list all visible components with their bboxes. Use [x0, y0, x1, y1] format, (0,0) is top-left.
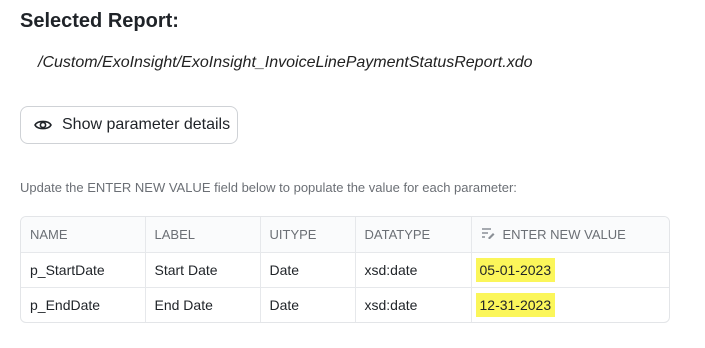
param-name-cell: p_StartDate	[21, 252, 146, 288]
column-header-uitype: UITYPE	[260, 217, 356, 253]
param-label-cell: Start Date	[145, 252, 261, 288]
column-header-enter-new-value: ENTER NEW VALUE	[471, 217, 669, 253]
column-header-label: LABEL	[145, 217, 261, 253]
column-header-datatype: DATATYPE	[355, 217, 472, 253]
section-title: Selected Report:	[20, 10, 179, 32]
param-uitype-cell: Date	[260, 287, 356, 322]
eye-icon	[34, 118, 52, 132]
param-uitype-cell: Date	[260, 252, 356, 288]
param-label-cell: End Date	[145, 287, 261, 322]
table-row: p_StartDate Start Date Date xsd:date 05-…	[21, 252, 669, 288]
column-header-name: NAME	[21, 217, 146, 253]
show-parameter-details-label: Show parameter details	[62, 116, 231, 133]
parameters-table: NAME LABEL UITYPE DATATYPE ENTER NEW VAL…	[20, 216, 670, 323]
table-row: p_EndDate End Date Date xsd:date 12-31-2…	[21, 287, 669, 323]
edit-lines-icon	[481, 227, 495, 242]
start-date-value-field[interactable]: 05-01-2023	[475, 258, 556, 282]
table-header-row: NAME LABEL UITYPE DATATYPE ENTER NEW VAL…	[21, 217, 669, 253]
enter-new-value-label: ENTER NEW VALUE	[502, 227, 626, 242]
instruction-text: Update the ENTER NEW VALUE field below t…	[20, 180, 517, 195]
value-cell: 05-01-2023	[471, 252, 669, 288]
report-path: /Custom/ExoInsight/ExoInsight_InvoiceLin…	[38, 54, 533, 71]
value-cell: 12-31-2023	[471, 288, 669, 323]
show-parameter-details-button[interactable]: Show parameter details	[20, 106, 238, 144]
param-name-cell: p_EndDate	[21, 287, 146, 322]
param-datatype-cell: xsd:date	[355, 287, 472, 322]
end-date-value-field[interactable]: 12-31-2023	[475, 293, 556, 317]
param-datatype-cell: xsd:date	[355, 252, 472, 288]
